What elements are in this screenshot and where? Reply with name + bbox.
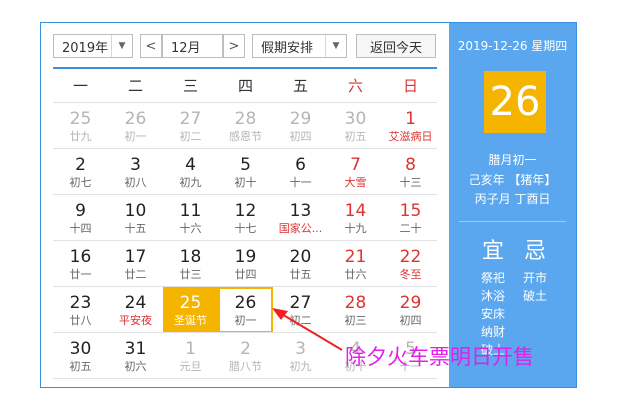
arrow-head-icon bbox=[272, 308, 288, 320]
annotation-text: 除夕火车票明日开售 bbox=[345, 345, 534, 369]
